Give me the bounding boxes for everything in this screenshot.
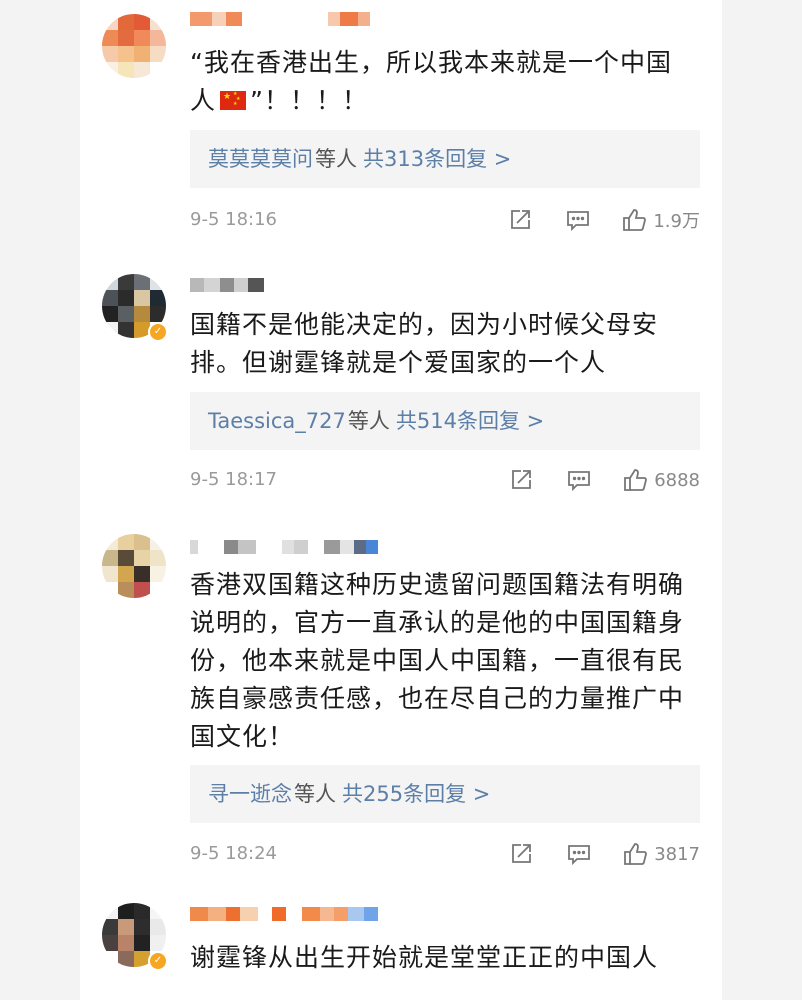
thumbs-up-icon[interactable]	[622, 467, 648, 493]
comment-text: 香港双国籍这种历史遗留问题国籍法有明确说明的，官方一直承认的是他的中国国籍身份，…	[190, 570, 685, 751]
comment-text: “我在香港出生，所以我本来就是一个中国人 ★ ★ ★ ★”！！！！	[190, 44, 690, 120]
reply-summary[interactable]: 寻一逝念等人 共255条回复 >	[190, 765, 700, 823]
timestamp: 9-5 18:24	[190, 843, 277, 864]
comment-list: “我在香港出生，所以我本来就是一个中国人 ★ ★ ★ ★”！！！！ 莫莫莫莫问等人 共31…	[80, 0, 722, 1000]
reply-count-link[interactable]: 共514条回复 >	[396, 409, 544, 433]
timestamp: 9-5 18:17	[190, 469, 277, 490]
username-redacted[interactable]	[190, 540, 378, 560]
reply-label: 等人	[294, 782, 336, 806]
verified-badge-icon: ✓	[148, 322, 168, 342]
like-count: 1.9万	[653, 211, 700, 232]
reply-count-link[interactable]: 共313条回复 >	[363, 147, 511, 171]
reply-usernames[interactable]: 寻一逝念	[208, 782, 292, 806]
comment-icon[interactable]	[566, 467, 592, 493]
comment-meta: 9-5 18:17 6888	[190, 465, 700, 495]
comment-meta: 9-5 18:16 1.9万	[190, 205, 700, 235]
like-count: 6888	[654, 469, 700, 491]
reply-usernames[interactable]: Taessica_727	[208, 409, 346, 433]
share-icon[interactable]	[508, 467, 534, 493]
china-flag-icon: ★ ★ ★ ★	[220, 91, 247, 110]
thumbs-up-icon[interactable]	[622, 841, 648, 867]
comment-meta: 9-5 18:24 3817	[190, 839, 700, 869]
comment-text: 国籍不是他能决定的，因为小时候父母安排。但谢霆锋就是个爱国家的一个人	[190, 310, 659, 377]
reply-count-link[interactable]: 共255条回复 >	[342, 782, 490, 806]
thumbs-up-icon[interactable]	[621, 207, 647, 233]
reply-label: 等人	[315, 147, 357, 171]
reply-summary[interactable]: 莫莫莫莫问等人 共313条回复 >	[190, 130, 700, 188]
username-redacted[interactable]	[190, 12, 370, 32]
share-icon[interactable]	[507, 207, 533, 233]
verified-badge-icon: ✓	[148, 951, 168, 971]
reply-summary[interactable]: Taessica_727等人 共514条回复 >	[190, 392, 700, 450]
comment-text-part: ”！！！！	[250, 86, 368, 115]
reply-usernames[interactable]: 莫莫莫莫问	[208, 147, 313, 171]
reply-label: 等人	[347, 409, 390, 433]
avatar[interactable]	[102, 14, 166, 78]
username-redacted[interactable]	[190, 278, 264, 298]
like-count: 3817	[654, 843, 700, 865]
username-redacted[interactable]	[190, 907, 378, 927]
comment-icon[interactable]	[566, 841, 592, 867]
comment-icon[interactable]	[565, 207, 591, 233]
timestamp: 9-5 18:16	[190, 209, 277, 230]
share-icon[interactable]	[508, 841, 534, 867]
comment-text: 谢霆锋从出生开始就是堂堂正正的中国人	[190, 943, 659, 972]
avatar[interactable]	[102, 534, 166, 598]
